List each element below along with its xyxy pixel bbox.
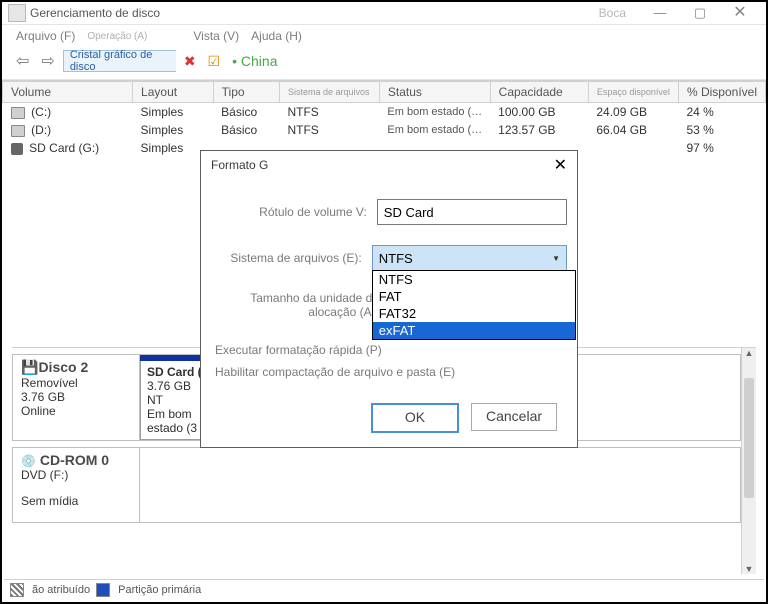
scroll-up-icon[interactable]: ▲ [742, 348, 756, 358]
table-row[interactable]: (C:)SimplesBásicoNTFSEm bom estado (…100… [3, 103, 766, 122]
app-icon [8, 4, 26, 22]
format-dialog: Formato G ✕ Rótulo de volume V: Sistema … [200, 150, 578, 448]
check-icon[interactable]: ☑ [204, 53, 225, 70]
window-title: Gerenciamento de disco [30, 6, 160, 20]
col-pct[interactable]: % Disponível [678, 82, 765, 103]
back-button[interactable]: ⇦ [12, 49, 33, 73]
col-status[interactable]: Status [379, 82, 490, 103]
col-layout[interactable]: Layout [133, 82, 214, 103]
cancel-button[interactable]: Cancelar [471, 403, 557, 431]
drive-icon [11, 125, 25, 137]
menu-file[interactable]: Arquivo (F) [16, 29, 75, 43]
scrollbar[interactable]: ▲ ▼ [741, 348, 756, 574]
legend-unallocated: ão atribuído [32, 584, 90, 596]
toolbar: ⇦ ⇨ Cristal gráfico de disco ✖ ☑ • China [2, 47, 766, 80]
col-free[interactable]: Espaço disponível [588, 82, 678, 103]
table-row[interactable]: (D:)SimplesBásicoNTFSEm bom estado (…123… [3, 121, 766, 139]
scroll-thumb[interactable] [744, 378, 754, 498]
menu-view[interactable]: Vista (V) [193, 29, 239, 43]
col-capacity[interactable]: Capacidade [490, 82, 588, 103]
maximize-button[interactable]: ▢ [680, 2, 720, 24]
menu-operation[interactable]: Operação (A) [87, 31, 147, 42]
swatch-primary [96, 583, 110, 597]
minimize-button[interactable]: — [640, 2, 680, 24]
china-label: • China [228, 53, 281, 69]
scroll-down-icon[interactable]: ▼ [742, 564, 756, 574]
breadcrumb[interactable]: Cristal gráfico de disco [63, 50, 176, 72]
filesystem-option[interactable]: NTFS [373, 271, 575, 288]
menubar: Arquivo (F) Operação (A) Vista (V) Ajuda… [2, 25, 766, 47]
col-volume[interactable]: Volume [3, 82, 133, 103]
menu-help[interactable]: Ajuda (H) [251, 29, 302, 43]
sd-card-icon [11, 143, 23, 155]
filesystem-option[interactable]: FAT32 [373, 305, 575, 322]
filesystem-option[interactable]: exFAT [373, 322, 575, 339]
label-volume: Rótulo de volume V: [211, 205, 377, 219]
filesystem-dropdown: NTFSFATFAT32exFAT [372, 270, 576, 340]
filesystem-selected: NTFS [379, 251, 413, 266]
disk-icon: 💾 [21, 359, 38, 375]
statusbar: ão atribuído Partição primária [4, 579, 764, 600]
chevron-down-icon: ▼ [552, 254, 560, 263]
label-allocation: Tamanho da unidade de alocação (A): [211, 291, 389, 319]
checkbox-quick-format[interactable]: Executar formatação rápida (P) [211, 339, 567, 361]
forward-button[interactable]: ⇨ [37, 49, 58, 73]
dialog-close-button[interactable]: ✕ [554, 155, 567, 175]
disk-info: 💾Disco 2 Removível 3.76 GB Online [13, 355, 140, 440]
extra-caption: Boca [599, 6, 626, 20]
delete-icon[interactable]: ✖ [180, 53, 200, 70]
swatch-unallocated [10, 583, 24, 597]
col-type[interactable]: Tipo [213, 82, 279, 103]
dialog-title: Formato G [211, 158, 268, 172]
filesystem-option[interactable]: FAT [373, 288, 575, 305]
volume-label-input[interactable] [377, 199, 567, 225]
disc-icon: 💿 [21, 454, 36, 468]
filesystem-select[interactable]: NTFS ▼ NTFSFATFAT32exFAT [372, 245, 567, 271]
ok-button[interactable]: OK [371, 403, 459, 433]
col-fs[interactable]: Sistema de arquivos [279, 82, 379, 103]
volumes-table: Volume Layout Tipo Sistema de arquivos S… [2, 80, 766, 157]
close-button[interactable]: ✕ [720, 2, 760, 24]
legend-primary: Partição primária [118, 584, 201, 596]
label-filesystem: Sistema de arquivos (E): [211, 251, 372, 265]
cdrom-info: 💿 CD-ROM 0 DVD (F:) Sem mídia [13, 448, 140, 522]
titlebar: Gerenciamento de disco Boca — ▢ ✕ [2, 2, 766, 25]
drive-icon [11, 107, 25, 119]
disk-row-cdrom[interactable]: 💿 CD-ROM 0 DVD (F:) Sem mídia [12, 447, 741, 523]
checkbox-compression[interactable]: Habilitar compactação de arquivo e pasta… [211, 361, 567, 383]
